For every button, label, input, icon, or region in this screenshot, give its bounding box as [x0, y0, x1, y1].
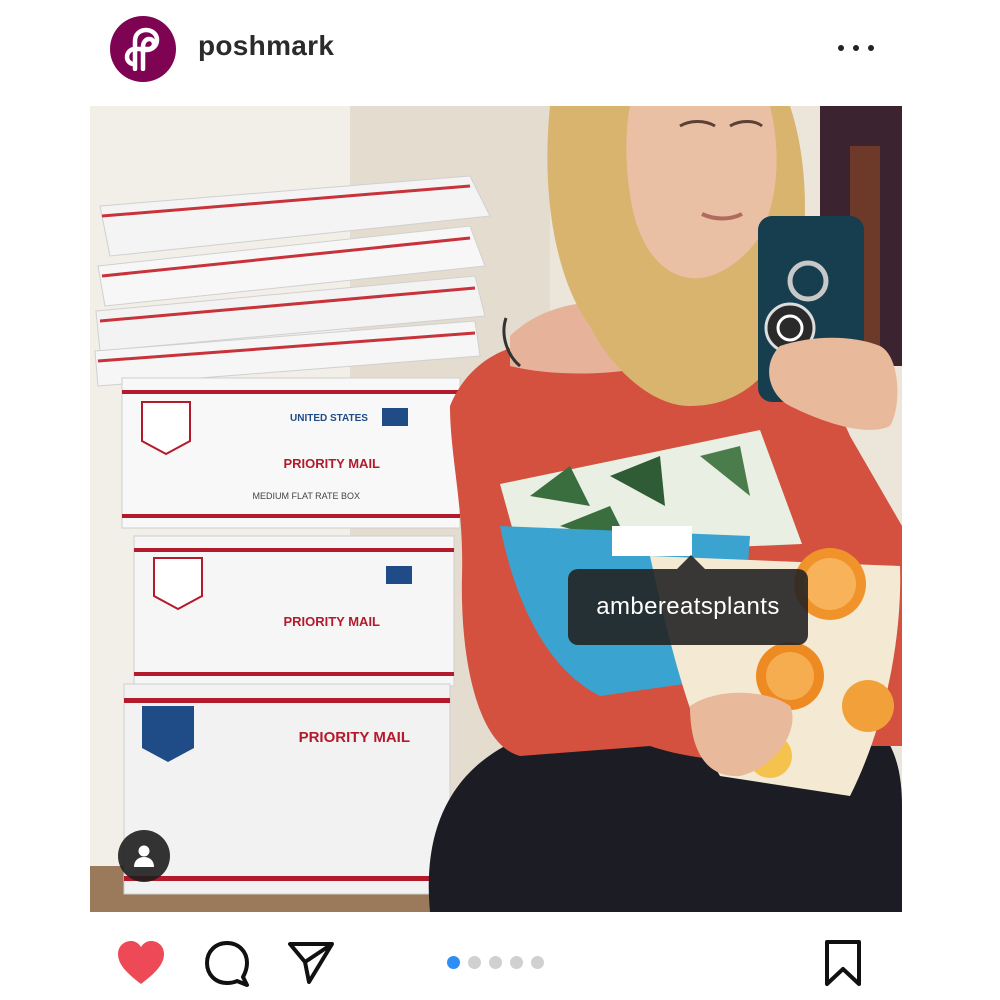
profile-avatar[interactable] — [110, 16, 176, 82]
mailer-stack — [94, 175, 491, 387]
svg-text:PRIORITY MAIL: PRIORITY MAIL — [299, 729, 410, 746]
svg-text:PRIORITY MAIL: PRIORITY MAIL — [283, 614, 380, 629]
carousel-dot[interactable] — [510, 956, 523, 969]
carousel-dot[interactable] — [531, 956, 544, 969]
carousel-dot[interactable] — [468, 956, 481, 969]
paper-plane-icon[interactable] — [286, 938, 336, 988]
post-header: poshmark — [0, 0, 1000, 100]
user-tag[interactable]: ambereatsplants — [568, 569, 808, 645]
carousel-indicator — [447, 956, 544, 969]
svg-text:UNITED STATES: UNITED STATES — [290, 413, 368, 424]
carousel-dot[interactable] — [489, 956, 502, 969]
comment-icon[interactable] — [202, 938, 252, 988]
poshmark-logo-icon — [124, 27, 160, 71]
user-tag-icon[interactable] — [118, 830, 170, 882]
svg-text:MEDIUM FLAT RATE BOX: MEDIUM FLAT RATE BOX — [252, 491, 360, 501]
priority-box-top: UNITED STATES PRIORITY MAIL MEDIUM FLAT … — [121, 377, 461, 529]
tag-pointer — [677, 555, 705, 569]
carousel-dot[interactable] — [447, 956, 460, 969]
more-options-icon[interactable] — [836, 36, 876, 60]
svg-text:PRIORITY MAIL: PRIORITY MAIL — [283, 456, 380, 471]
post-username[interactable]: poshmark — [198, 30, 334, 62]
bookmark-icon[interactable] — [818, 938, 868, 988]
priority-box-bottom: PRIORITY MAIL — [123, 683, 451, 895]
photo-illustration: UNITED STATES PRIORITY MAIL MEDIUM FLAT … — [90, 106, 902, 912]
post-photo[interactable]: UNITED STATES PRIORITY MAIL MEDIUM FLAT … — [90, 106, 902, 912]
post-actions — [0, 920, 1000, 1000]
heart-icon[interactable] — [116, 938, 166, 988]
priority-box-middle: PRIORITY MAIL — [133, 535, 455, 687]
